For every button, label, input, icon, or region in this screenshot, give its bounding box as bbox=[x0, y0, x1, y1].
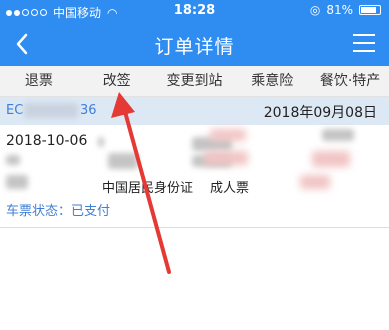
status-right: ◎ 81% bbox=[310, 3, 381, 17]
redacted-info bbox=[322, 129, 354, 141]
redacted-info bbox=[210, 129, 246, 141]
ticket-card[interactable]: 2018-10-06 中国居民身份证 成人票 车票状态：已支付 bbox=[0, 125, 389, 228]
insurance-button[interactable]: 乘意险 bbox=[233, 66, 311, 96]
id-type: 中国居民身份证 bbox=[102, 181, 194, 196]
redacted-info bbox=[98, 137, 104, 147]
action-bar: 退票 改签 变更到站 乘意险 餐饮·特产 bbox=[0, 66, 389, 97]
change-destination-button[interactable]: 变更到站 bbox=[156, 66, 234, 96]
redacted-info bbox=[312, 151, 350, 167]
refund-button[interactable]: 退票 bbox=[0, 66, 78, 96]
battery-icon bbox=[359, 5, 381, 15]
order-number-prefix: EC bbox=[6, 103, 24, 118]
ticket-status-value: 已支付 bbox=[71, 204, 111, 219]
redacted-info bbox=[6, 155, 20, 165]
page-title: 订单详情 bbox=[154, 36, 235, 58]
travel-date: 2018-10-06 bbox=[6, 133, 88, 149]
ticket-status: 车票状态：已支付 bbox=[6, 200, 110, 219]
redacted-order-number bbox=[24, 103, 78, 118]
order-date: 2018年09月08日 bbox=[263, 105, 377, 121]
redacted-info bbox=[204, 151, 248, 165]
menu-icon bbox=[353, 34, 375, 36]
menu-button[interactable] bbox=[353, 32, 375, 54]
status-bar: 中国移动 ◠ 18:28 ◎ 81% bbox=[0, 0, 389, 22]
nav-bar: 订单详情 bbox=[0, 22, 389, 66]
battery-percent: 81% bbox=[326, 3, 353, 17]
order-number-suffix: 36 bbox=[80, 103, 97, 118]
redacted-info bbox=[300, 175, 330, 189]
food-specialty-button[interactable]: 餐饮·特产 bbox=[311, 66, 389, 96]
battery-fill bbox=[361, 7, 376, 13]
ticket-type: 成人票 bbox=[210, 181, 250, 196]
redacted-info bbox=[108, 153, 138, 169]
ticket-status-label: 车票状态： bbox=[6, 204, 72, 219]
order-bar: EC 36 2018年09月08日 bbox=[0, 97, 389, 125]
redacted-info bbox=[6, 175, 28, 189]
reschedule-button[interactable]: 改签 bbox=[78, 66, 156, 96]
rotation-lock-icon: ◎ bbox=[309, 3, 321, 17]
